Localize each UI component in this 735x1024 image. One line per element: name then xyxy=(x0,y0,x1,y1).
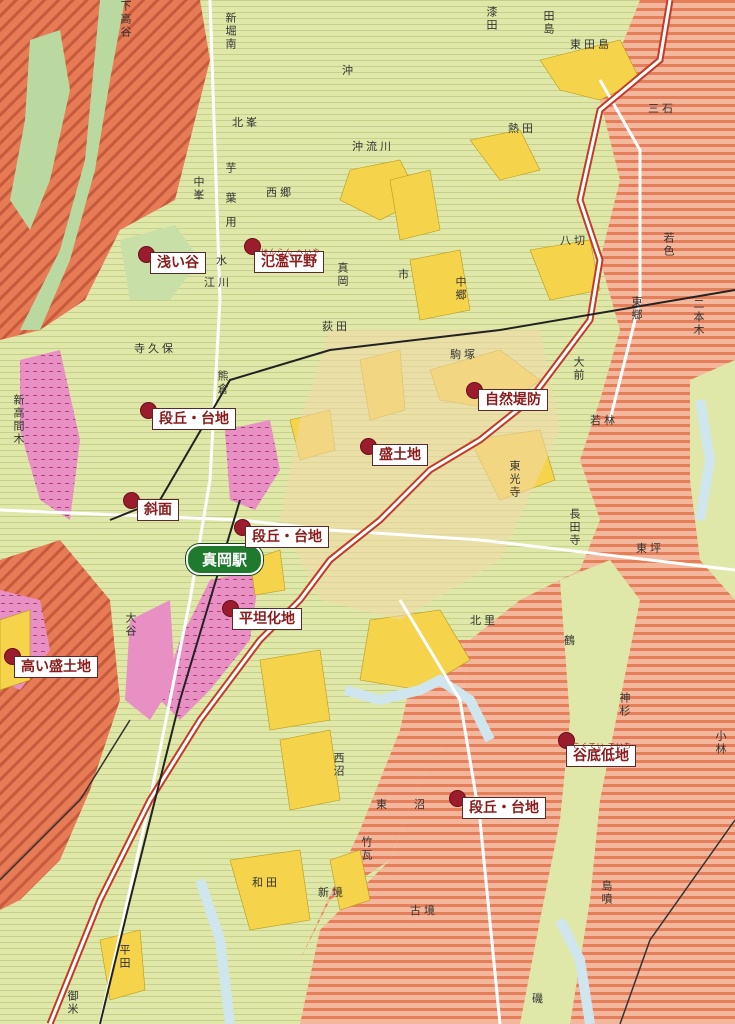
label-shamen: 斜面 xyxy=(137,499,179,521)
label-shizen-teibo: 自然堤防 xyxy=(478,389,548,411)
geomorphology-map: 下高谷 新堀南 漆田 田島 東田島 沖 北峯 中峯 芋 葉 用 水 江川 西郷 … xyxy=(0,0,735,1024)
place-name: 沖流川 xyxy=(352,140,394,153)
label-ruby: はんらん へいや xyxy=(261,248,321,256)
place-name: 沼 xyxy=(414,798,428,811)
place-name: 西郷 xyxy=(266,186,294,199)
label-takai-morido: 高い盛土地 xyxy=(14,656,98,678)
place-name: 芋 xyxy=(224,162,237,175)
place-name: 中郷 xyxy=(454,276,467,302)
place-name: 真岡 xyxy=(336,262,349,288)
place-name: 八切 xyxy=(560,234,588,247)
station-label: 真岡駅 xyxy=(186,544,264,575)
label-morido: 盛土地 xyxy=(372,444,428,466)
place-name: 若林 xyxy=(590,414,618,427)
place-name: 新堀南 xyxy=(224,12,237,51)
label-asai-tani: 浅い谷 xyxy=(150,252,206,274)
place-name: 荻田 xyxy=(322,320,350,333)
place-name: 三石 xyxy=(648,102,676,115)
place-name: 大前 xyxy=(572,356,585,382)
place-name: 江川 xyxy=(204,276,232,289)
place-name: 東坪 xyxy=(636,542,664,555)
place-name: 熊倉 xyxy=(216,370,229,396)
place-name: 東郷 xyxy=(630,296,643,322)
place-name: 東 xyxy=(376,798,390,811)
place-name: 市 xyxy=(398,268,412,281)
place-name: 漆田 xyxy=(485,6,498,32)
place-name: 古境 xyxy=(410,904,438,917)
place-name: 新境 xyxy=(318,886,346,899)
place-name: 若色 xyxy=(662,232,675,258)
place-name: 水 xyxy=(216,254,230,267)
place-name: 北里 xyxy=(470,614,498,627)
place-name: 中峯 xyxy=(192,176,205,202)
place-name: 東光寺 xyxy=(508,460,521,499)
label-ruby: こくてい ていち xyxy=(573,742,633,750)
label-dankyu-1: 段丘・台地 xyxy=(152,408,236,430)
place-name: 東田島 xyxy=(570,38,612,51)
place-name: 大谷 xyxy=(124,612,137,638)
label-dankyu-3: 段丘・台地 xyxy=(462,797,546,819)
label-dankyu-2: 段丘・台地 xyxy=(245,526,329,548)
place-name: 御米 xyxy=(66,990,79,1016)
place-name: 下高谷 xyxy=(119,0,132,39)
place-name: 平田 xyxy=(118,944,131,970)
place-name: 寺久保 xyxy=(134,342,176,355)
place-name: 鶴 xyxy=(564,634,578,647)
place-name: 新高間木 xyxy=(12,394,25,446)
place-name: 小林 xyxy=(714,730,727,756)
place-name: 竹瓦 xyxy=(360,836,373,862)
place-name: 神杉 xyxy=(618,692,631,718)
label-hanran-heiya: はんらん へいや 氾濫平野 xyxy=(254,248,324,273)
place-name: 磯 xyxy=(532,992,546,1005)
place-name: 北峯 xyxy=(232,116,260,129)
place-name: 熱田 xyxy=(508,122,536,135)
place-name: 葉 xyxy=(224,192,237,205)
place-name: 田島 xyxy=(542,10,555,36)
place-name: 島噴 xyxy=(600,880,613,906)
place-name: 西沼 xyxy=(332,752,345,778)
place-name: 駒塚 xyxy=(450,348,478,361)
label-kokutei-teichi: こくてい ていち 谷底低地 xyxy=(566,742,636,767)
place-name: 和田 xyxy=(252,876,280,889)
place-name: 沖 xyxy=(342,64,356,77)
place-name: 二本木 xyxy=(692,298,705,337)
place-name: 用 xyxy=(224,216,237,229)
label-heitanka: 平坦化地 xyxy=(232,608,302,630)
place-name: 長田寺 xyxy=(568,508,581,547)
